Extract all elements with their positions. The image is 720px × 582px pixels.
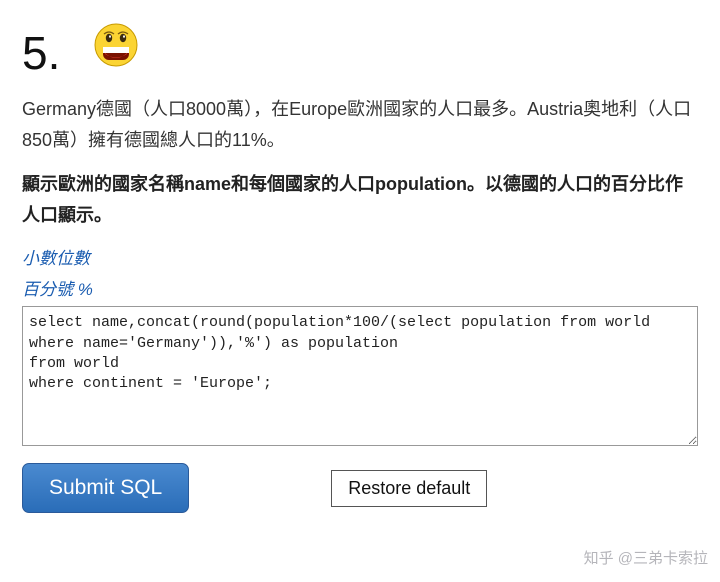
question-number: 5.	[22, 8, 60, 76]
hint-decimal-places[interactable]: 小數位數	[22, 244, 698, 269]
restore-default-button[interactable]: Restore default	[331, 470, 487, 507]
question-context: Germany德國（人口8000萬），在Europe歐洲國家的人口最多。Aust…	[22, 94, 698, 155]
watermark-text: 知乎 @三弟卡索拉	[584, 547, 708, 568]
submit-sql-button[interactable]: Submit SQL	[22, 463, 189, 513]
sql-editor[interactable]	[22, 306, 698, 446]
button-row: Submit SQL Restore default	[22, 463, 698, 513]
question-instruction: 顯示歐洲的國家名稱name和每個國家的人口population。以德國的人口的百…	[22, 169, 698, 230]
hint-percent-sign[interactable]: 百分號 %	[22, 275, 698, 300]
question-header: 5.	[22, 8, 698, 76]
grinning-face-icon	[94, 23, 138, 67]
